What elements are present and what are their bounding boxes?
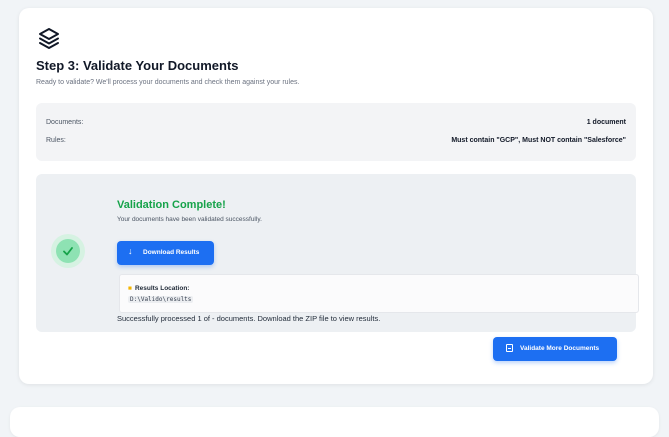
documents-row: Documents: 1 document bbox=[46, 119, 626, 126]
validation-result-panel: Validation Complete! Your documents have… bbox=[36, 174, 639, 332]
next-section-card bbox=[10, 407, 659, 437]
check-circle-icon bbox=[51, 234, 85, 268]
download-arrow-icon: ↓ bbox=[128, 246, 133, 256]
page-title: Step 3: Validate Your Documents bbox=[36, 58, 239, 73]
validate-more-documents-button[interactable]: Validate More Documents bbox=[493, 337, 617, 361]
results-location-path[interactable]: D:\Valido\results bbox=[128, 296, 194, 303]
validation-card: Step 3: Validate Your Documents Ready to… bbox=[19, 8, 653, 384]
results-location-heading: ■ Results Location: bbox=[128, 285, 189, 292]
validation-summary: Documents: 1 document Rules: Must contai… bbox=[36, 103, 636, 161]
result-message: Successfully processed 1 of - documents.… bbox=[117, 314, 381, 323]
rules-row: Rules: Must contain "GCP", Must NOT cont… bbox=[46, 137, 626, 144]
documents-value: 1 document bbox=[586, 119, 626, 126]
rules-label: Rules: bbox=[46, 137, 66, 144]
page-subtitle: Ready to validate? We'll process your do… bbox=[36, 79, 300, 86]
rules-value: Must contain "GCP", Must NOT contain "Sa… bbox=[451, 137, 626, 144]
documents-label: Documents: bbox=[46, 119, 84, 126]
layers-icon bbox=[39, 28, 59, 49]
result-title: Validation Complete! bbox=[117, 199, 226, 211]
document-icon bbox=[506, 344, 513, 352]
download-results-label: Download Results bbox=[143, 249, 200, 256]
validate-more-documents-label: Validate More Documents bbox=[520, 345, 600, 352]
results-location-label: Results Location: bbox=[134, 285, 190, 292]
result-subtitle: Your documents have been validated succe… bbox=[117, 216, 262, 223]
results-location-box: ■ Results Location: D:\Valido\results bbox=[119, 274, 639, 313]
folder-icon: ■ bbox=[128, 285, 132, 292]
download-results-button[interactable]: ↓ Download Results bbox=[117, 241, 214, 265]
